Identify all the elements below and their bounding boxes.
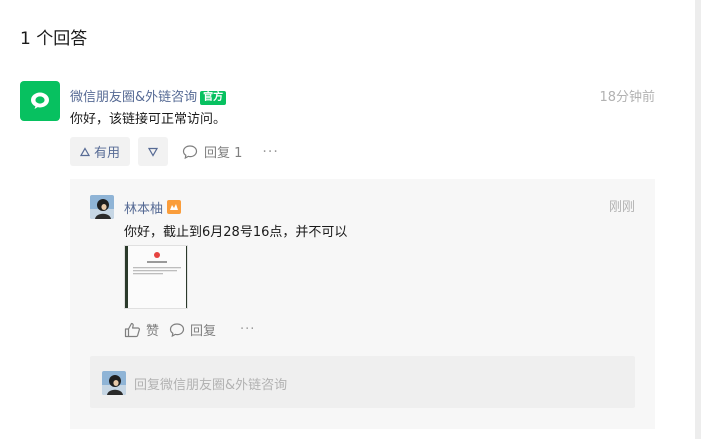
screenshot-thumbnail-icon xyxy=(125,246,187,308)
answer-action-bar: 有用 回复 1 ··· xyxy=(70,137,279,166)
reply-avatar[interactable] xyxy=(90,195,114,219)
reply-content: 你好，截止到6月28号16点，并不可以 xyxy=(124,225,348,240)
triangle-down-icon xyxy=(148,147,159,157)
triangle-up-icon xyxy=(80,146,90,156)
reply-button[interactable]: 回复 1 xyxy=(182,142,242,161)
useful-button[interactable]: 有用 xyxy=(70,137,131,166)
reply-author-name[interactable]: 林本柚 xyxy=(124,202,163,217)
answer-timestamp: 18分钟前 xyxy=(599,90,655,105)
reply-count-label: 回复 1 xyxy=(204,146,243,161)
level-badge xyxy=(167,200,182,214)
reply-input-placeholder[interactable]: 回复微信朋友圈&外链咨询 xyxy=(134,374,287,393)
useful-label: 有用 xyxy=(94,146,121,161)
scrollbar-track[interactable] xyxy=(695,0,701,439)
chat-bubble-icon xyxy=(31,92,49,109)
level-icon xyxy=(170,204,179,210)
reply-timestamp: 刚刚 xyxy=(608,200,635,215)
answers-count-heading: 1 个回答 xyxy=(20,29,88,49)
current-user-avatar xyxy=(102,371,126,395)
official-avatar[interactable] xyxy=(20,81,60,121)
answer-content: 你好，该链接可正常访问。 xyxy=(70,112,227,127)
reply-reply-button[interactable]: 回复 xyxy=(169,320,216,339)
reply-more-options-button[interactable]: ··· xyxy=(240,322,255,337)
answer-author[interactable]: 微信朋友圈&外链咨询 官方 xyxy=(70,86,227,105)
qa-page: 1 个回答 微信朋友圈&外链咨询 官方 18分钟前 你好，该链接可正常访问。 有用 xyxy=(0,0,701,439)
more-options-button[interactable]: ··· xyxy=(262,144,278,160)
user-avatar-icon xyxy=(102,371,126,395)
like-button[interactable]: 赞 xyxy=(124,320,159,339)
comment-icon xyxy=(169,322,185,337)
reply-author[interactable]: 林本柚 xyxy=(124,198,182,217)
user-avatar-icon xyxy=(90,195,114,219)
reply-action-bar: 赞 回复 ··· xyxy=(124,320,255,339)
official-badge: 官方 xyxy=(200,91,227,105)
answer-author-name[interactable]: 微信朋友圈&外链咨询 xyxy=(70,90,197,105)
reply-panel: 林本柚 刚刚 你好，截止到6月28号16点，并不可以 赞 回复 ··· 回复微信… xyxy=(70,179,655,429)
reply-label: 回复 xyxy=(190,324,217,339)
like-label: 赞 xyxy=(146,324,160,339)
reply-image-thumbnail[interactable] xyxy=(124,245,188,309)
comment-icon xyxy=(182,144,198,159)
useless-button[interactable] xyxy=(138,137,169,166)
thumbs-up-icon xyxy=(124,322,140,337)
reply-input-box[interactable]: 回复微信朋友圈&外链咨询 xyxy=(90,356,635,408)
